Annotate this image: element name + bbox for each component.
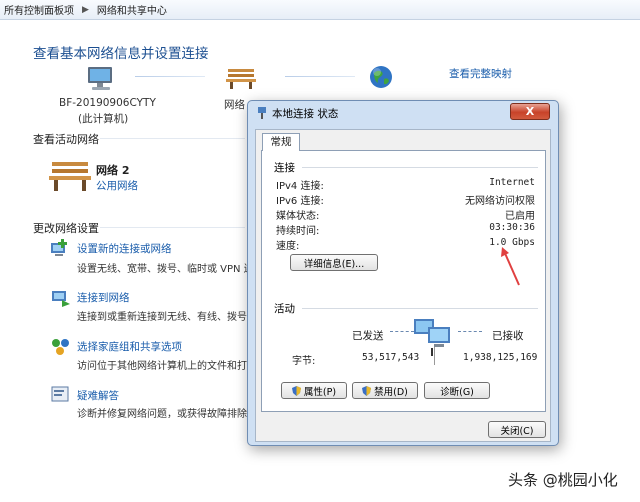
network-computers-icon: [414, 319, 450, 356]
ipv6-label: IPv6 连接:: [276, 196, 324, 207]
breadcrumb-item-control-panel[interactable]: 所有控制面板项: [0, 2, 78, 17]
network-label: 网络: [224, 99, 245, 111]
network-type-link[interactable]: 公用网络: [96, 178, 138, 193]
chevron-right-icon[interactable]: ▶: [78, 5, 93, 15]
bytes-sent: 53,517,543: [362, 352, 420, 363]
active-networks-heading: 查看活动网络: [33, 133, 99, 146]
group-divider: [302, 167, 538, 168]
task-homegroup-desc: 访问位于其他网络计算机上的文件和打印: [77, 361, 257, 372]
annotation-arrow: [501, 247, 520, 286]
bench-icon: [226, 69, 256, 89]
task-setup-connection-link[interactable]: 设置新的连接或网络: [77, 241, 172, 256]
bench-icon: [49, 162, 91, 191]
disable-button[interactable]: 禁用(D): [352, 382, 418, 399]
activity-divider: [434, 347, 435, 365]
page-title: 查看基本网络信息并设置连接: [33, 46, 209, 62]
task-troubleshoot-link[interactable]: 疑难解答: [77, 388, 119, 403]
task-connect-network-desc: 连接到或重新连接到无线、有线、拨号或: [77, 312, 257, 323]
media-state-value: 已启用: [505, 211, 535, 222]
group-divider: [302, 308, 538, 309]
connect-network-icon: [52, 291, 70, 307]
homegroup-icon: [52, 339, 69, 355]
troubleshoot-icon: [51, 386, 69, 402]
computer-icon: [88, 67, 112, 90]
task-connect-network-link[interactable]: 连接到网络: [77, 290, 130, 305]
dialog-title: 本地连接 状态: [272, 107, 339, 120]
task-setup-connection-desc: 设置无线、宽带、拨号、临时或 VPN 连: [77, 264, 254, 275]
ipv4-value: Internet: [489, 177, 535, 188]
close-button[interactable]: 关闭(C): [488, 421, 546, 438]
globe-icon: [370, 66, 392, 88]
bytes-received: 1,938,125,169: [463, 352, 538, 363]
map-connector-line: [285, 76, 355, 77]
diagnose-button[interactable]: 诊断(G): [424, 382, 490, 399]
breadcrumb: 所有控制面板项 ▶ 网络和共享中心: [0, 0, 640, 20]
map-connector-line: [135, 76, 205, 77]
shield-icon: [362, 385, 372, 396]
shield-icon: [291, 385, 301, 396]
details-button[interactable]: 详细信息(E)...: [290, 254, 378, 271]
ipv4-label: IPv4 连接:: [276, 181, 324, 192]
computer-name: BF-20190906CYTY: [59, 97, 156, 109]
dialog-title-bar[interactable]: 本地连接 状态: [256, 104, 338, 122]
change-settings-heading: 更改网络设置: [33, 222, 99, 235]
received-dash: [458, 331, 482, 332]
duration-value: 03:30:36: [489, 222, 535, 233]
activity-group-label: 活动: [274, 303, 295, 315]
see-full-map-link[interactable]: 查看完整映射: [449, 66, 512, 81]
watermark: 头条 @桃园小化: [508, 471, 618, 489]
new-connection-icon: [51, 239, 67, 256]
breadcrumb-item-network-center[interactable]: 网络和共享中心: [93, 2, 171, 17]
connection-group-label: 连接: [274, 162, 295, 174]
task-homegroup-link[interactable]: 选择家庭组和共享选项: [77, 339, 182, 354]
sent-dash: [390, 331, 414, 332]
network-adapter-icon: [258, 107, 266, 119]
task-troubleshoot-desc: 诊断并修复网络问题，或获得故障排除信: [77, 409, 257, 420]
ipv6-value: 无网络访问权限: [465, 196, 535, 207]
active-network-name: 网络 2: [96, 164, 130, 177]
tab-general[interactable]: 常规: [262, 133, 300, 151]
sent-label: 已发送: [352, 330, 384, 342]
section-divider: [100, 138, 245, 139]
speed-label: 速度:: [276, 241, 300, 252]
section-divider: [100, 227, 245, 228]
properties-button[interactable]: 属性(P): [281, 382, 347, 399]
duration-label: 持续时间:: [276, 226, 320, 237]
computer-note: (此计算机): [78, 113, 129, 125]
bytes-label: 字节:: [292, 356, 316, 367]
received-label: 已接收: [492, 330, 524, 342]
close-icon[interactable]: X: [510, 103, 550, 120]
properties-button-label: 属性(P): [303, 386, 337, 398]
disable-button-label: 禁用(D): [374, 386, 408, 398]
media-state-label: 媒体状态:: [276, 211, 320, 222]
